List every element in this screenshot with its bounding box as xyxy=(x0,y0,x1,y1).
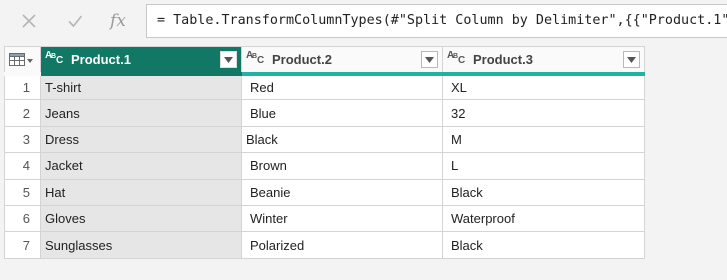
cell-product-1[interactable]: Hat xyxy=(40,178,242,206)
row-number: 5 xyxy=(4,178,41,206)
row-number: 3 xyxy=(4,125,41,154)
cell-product-2[interactable]: Winter xyxy=(241,204,443,233)
cancel-formula-button[interactable] xyxy=(14,8,44,34)
table-row[interactable]: 5 Hat Beanie Black xyxy=(4,178,645,206)
table-icon xyxy=(9,52,25,66)
cell-product-1[interactable]: T-shirt xyxy=(40,72,242,101)
cell-product-2[interactable]: Blue xyxy=(241,99,443,127)
fx-label: fx xyxy=(110,11,126,31)
header-row: ABC Product.1 ABC Product.2 ABC Product.… xyxy=(4,46,645,76)
table-row[interactable]: 2 Jeans Blue 32 xyxy=(4,99,645,127)
column-filter-button[interactable] xyxy=(220,51,237,68)
table-row[interactable]: 7 Sunglasses Polarized Black xyxy=(4,231,645,259)
column-name: Product.1 xyxy=(71,51,131,67)
cell-product-2[interactable]: Polarized xyxy=(241,231,443,259)
cell-product-2[interactable]: Brown xyxy=(241,152,443,180)
column-header-product-3[interactable]: ABC Product.3 xyxy=(442,46,645,76)
column-filter-button[interactable] xyxy=(421,51,438,68)
text-type-icon[interactable]: ABC xyxy=(447,51,469,67)
row-number: 7 xyxy=(4,231,41,259)
formula-text: = Table.TransformColumnTypes(#"Split Col… xyxy=(157,13,727,28)
cell-product-3[interactable]: 32 xyxy=(442,99,645,127)
cell-product-3[interactable]: XL xyxy=(442,72,645,101)
cell-product-2[interactable]: Black xyxy=(241,125,443,154)
row-number: 6 xyxy=(4,204,41,233)
cell-product-2[interactable]: Red xyxy=(241,72,443,101)
cell-product-3[interactable]: Waterproof xyxy=(442,204,645,233)
row-number: 4 xyxy=(4,152,41,180)
cell-product-2[interactable]: Beanie xyxy=(241,178,443,206)
column-header-product-2[interactable]: ABC Product.2 xyxy=(241,46,443,76)
cell-product-3[interactable]: Black xyxy=(442,231,645,259)
column-name: Product.3 xyxy=(473,51,533,67)
formula-bar: fx = Table.TransformColumnTypes(#"Split … xyxy=(0,0,727,42)
table-row[interactable]: 6 Gloves Winter Waterproof xyxy=(4,204,645,233)
cell-product-1[interactable]: Sunglasses xyxy=(40,231,242,259)
formula-input[interactable]: = Table.TransformColumnTypes(#"Split Col… xyxy=(146,4,727,38)
chevron-down-icon xyxy=(27,58,33,63)
chevron-down-icon xyxy=(627,56,636,63)
commit-formula-button[interactable] xyxy=(60,8,90,34)
close-icon xyxy=(22,14,36,28)
table-row[interactable]: 4 Jacket Brown L xyxy=(4,152,645,180)
cell-product-1[interactable]: Gloves xyxy=(40,204,242,233)
cell-product-1[interactable]: Jeans xyxy=(40,99,242,127)
check-icon xyxy=(68,15,83,28)
chevron-down-icon xyxy=(224,56,233,63)
column-filter-button[interactable] xyxy=(623,51,640,68)
chevron-down-icon xyxy=(425,56,434,63)
cell-product-3[interactable]: Black xyxy=(442,178,645,206)
column-name: Product.2 xyxy=(272,51,332,67)
row-number: 2 xyxy=(4,99,41,127)
cell-product-3[interactable]: L xyxy=(442,152,645,180)
data-preview-table: ABC Product.1 ABC Product.2 ABC Product.… xyxy=(4,46,645,259)
insert-function-button[interactable]: fx xyxy=(103,8,133,34)
cell-product-3[interactable]: M xyxy=(442,125,645,154)
table-row[interactable]: 3 Dress Black M xyxy=(4,125,645,154)
table-row[interactable]: 1 T-shirt Red XL xyxy=(4,72,645,101)
cell-product-1[interactable]: Jacket xyxy=(40,152,242,180)
row-number: 1 xyxy=(4,72,41,101)
table-menu-button[interactable] xyxy=(4,46,41,76)
text-type-icon[interactable]: ABC xyxy=(246,51,268,67)
column-header-product-1[interactable]: ABC Product.1 xyxy=(40,46,242,76)
text-type-icon[interactable]: ABC xyxy=(45,51,67,67)
cell-product-1[interactable]: Dress xyxy=(40,125,242,154)
